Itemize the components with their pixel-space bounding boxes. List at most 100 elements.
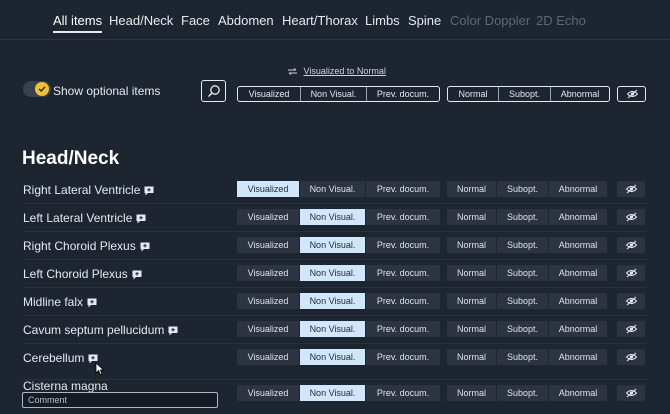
row-divider [22, 379, 648, 380]
bulk-visualized-button[interactable]: Visualized [238, 87, 301, 101]
eye-off-icon [626, 184, 637, 194]
subopt-option[interactable]: Subopt. [497, 321, 549, 337]
abnormal-option[interactable]: Abnormal [549, 293, 607, 309]
hide-item-button[interactable] [617, 209, 645, 225]
visualized-option[interactable]: Visualized [237, 237, 300, 253]
visualized-option[interactable]: Visualized [237, 321, 300, 337]
subopt-option[interactable]: Subopt. [497, 349, 549, 365]
non-visual-option[interactable]: Non Visual. [300, 293, 366, 309]
abnormal-option[interactable]: Abnormal [549, 237, 607, 253]
section-title: Head/Neck [22, 148, 120, 169]
visualized-option[interactable]: Visualized [237, 181, 300, 197]
prev-docum-option[interactable]: Prev. docum. [366, 237, 440, 253]
tab-abdomen[interactable]: Abdomen [218, 13, 274, 28]
bulk-normal-button[interactable]: Normal [448, 87, 499, 101]
abnormal-option[interactable]: Abnormal [549, 181, 607, 197]
visualized-option[interactable]: Visualized [237, 293, 300, 309]
visualized-option[interactable]: Visualized [237, 209, 300, 225]
item-label-text: Cisterna magna [23, 379, 108, 393]
non-visual-option[interactable]: Non Visual. [300, 209, 366, 225]
subopt-option[interactable]: Subopt. [497, 181, 549, 197]
quality-group: Normal Subopt. Abnormal [447, 181, 607, 197]
hide-item-button[interactable] [617, 385, 645, 401]
visualized-to-normal-link[interactable]: Visualized to Normal [288, 66, 386, 76]
visibility-group: Visualized Non Visual. Prev. docum. [237, 209, 440, 225]
subopt-option[interactable]: Subopt. [497, 265, 549, 281]
add-comment-icon[interactable] [144, 186, 154, 196]
add-comment-icon[interactable] [140, 242, 150, 252]
normal-option[interactable]: Normal [447, 181, 497, 197]
non-visual-option[interactable]: Non Visual. [300, 181, 366, 197]
abnormal-option[interactable]: Abnormal [549, 209, 607, 225]
normal-option[interactable]: Normal [447, 321, 497, 337]
subopt-option[interactable]: Subopt. [497, 293, 549, 309]
hide-item-button[interactable] [617, 293, 645, 309]
visualized-option[interactable]: Visualized [237, 265, 300, 281]
tab-face[interactable]: Face [181, 13, 210, 28]
optional-items-toggle[interactable] [23, 81, 51, 97]
non-visual-option[interactable]: Non Visual. [300, 237, 366, 253]
eye-off-icon [626, 352, 637, 362]
eye-off-icon [626, 212, 637, 222]
prev-docum-option[interactable]: Prev. docum. [366, 209, 440, 225]
visibility-group: Visualized Non Visual. Prev. docum. [237, 293, 440, 309]
row-divider [22, 259, 648, 260]
tab-color-doppler: Color Doppler [450, 13, 531, 28]
quality-group: Normal Subopt. Abnormal [447, 209, 607, 225]
non-visual-option[interactable]: Non Visual. [300, 321, 366, 337]
hide-item-button[interactable] [617, 181, 645, 197]
visualized-option[interactable]: Visualized [237, 385, 300, 401]
check-icon [38, 86, 46, 92]
abnormal-option[interactable]: Abnormal [549, 321, 607, 337]
non-visual-option[interactable]: Non Visual. [300, 385, 366, 401]
subopt-option[interactable]: Subopt. [497, 385, 549, 401]
prev-docum-option[interactable]: Prev. docum. [366, 385, 440, 401]
hide-item-button[interactable] [617, 349, 645, 365]
search-button[interactable] [201, 80, 226, 102]
visualized-option[interactable]: Visualized [237, 349, 300, 365]
abnormal-option[interactable]: Abnormal [549, 349, 607, 365]
visibility-group: Visualized Non Visual. Prev. docum. [237, 385, 440, 401]
item-label-text: Midline falx [23, 295, 84, 309]
bulk-quality-group: Normal Subopt. Abnormal [447, 86, 610, 102]
bulk-non-visual-button[interactable]: Non Visual. [301, 87, 367, 101]
tab-heart-thorax[interactable]: Heart/Thorax [282, 13, 358, 28]
prev-docum-option[interactable]: Prev. docum. [366, 321, 440, 337]
normal-option[interactable]: Normal [447, 209, 497, 225]
non-visual-option[interactable]: Non Visual. [300, 265, 366, 281]
abnormal-option[interactable]: Abnormal [549, 265, 607, 281]
subopt-option[interactable]: Subopt. [497, 209, 549, 225]
normal-option[interactable]: Normal [447, 237, 497, 253]
normal-option[interactable]: Normal [447, 265, 497, 281]
prev-docum-option[interactable]: Prev. docum. [366, 181, 440, 197]
tab-spine[interactable]: Spine [408, 13, 441, 28]
item-label-midline-falx: Midline falx [23, 295, 97, 309]
prev-docum-option[interactable]: Prev. docum. [366, 349, 440, 365]
prev-docum-option[interactable]: Prev. docum. [366, 265, 440, 281]
hide-item-button[interactable] [617, 321, 645, 337]
add-comment-icon[interactable] [168, 326, 178, 336]
add-comment-icon[interactable] [132, 270, 142, 280]
hide-item-button[interactable] [617, 237, 645, 253]
normal-option[interactable]: Normal [447, 349, 497, 365]
bulk-subopt-button[interactable]: Subopt. [499, 87, 551, 101]
comment-input[interactable] [22, 392, 218, 408]
normal-option[interactable]: Normal [447, 385, 497, 401]
normal-option[interactable]: Normal [447, 293, 497, 309]
prev-docum-option[interactable]: Prev. docum. [366, 293, 440, 309]
tab-limbs[interactable]: Limbs [365, 13, 400, 28]
add-comment-icon[interactable] [136, 214, 146, 224]
quality-group: Normal Subopt. Abnormal [447, 265, 607, 281]
tab-all-items[interactable]: All items [53, 13, 103, 33]
subopt-option[interactable]: Subopt. [497, 237, 549, 253]
bulk-prev-docum-button[interactable]: Prev. docum. [367, 87, 439, 101]
bulk-hide-button[interactable] [617, 86, 646, 102]
non-visual-option[interactable]: Non Visual. [300, 349, 366, 365]
abnormal-option[interactable]: Abnormal [549, 385, 607, 401]
hide-item-button[interactable] [617, 265, 645, 281]
item-label-left-choroid-plexus: Left Choroid Plexus [23, 267, 142, 281]
bulk-abnormal-button[interactable]: Abnormal [551, 87, 609, 101]
add-comment-icon[interactable] [87, 298, 97, 308]
tab-head-neck[interactable]: Head/Neck [109, 13, 173, 28]
row-divider [22, 287, 648, 288]
